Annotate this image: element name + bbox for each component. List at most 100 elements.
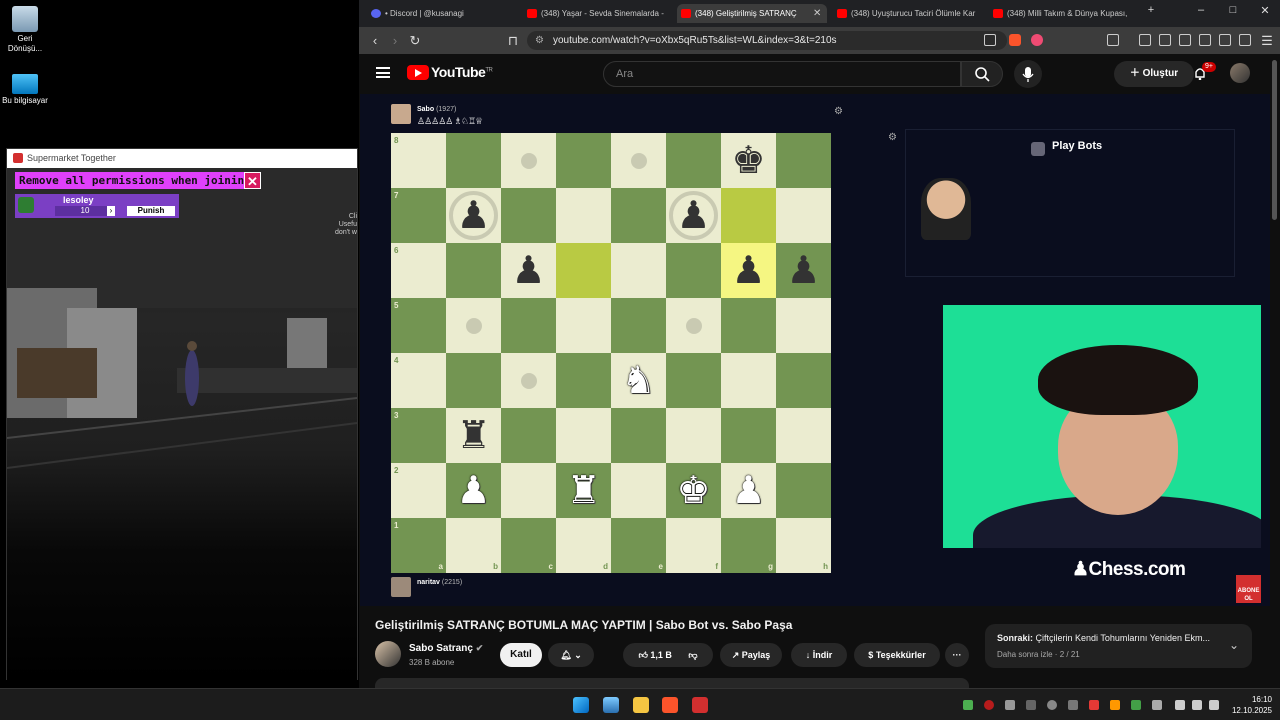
black-king-piece[interactable]: ♚ — [721, 133, 776, 188]
new-tab-button[interactable]: + — [1141, 4, 1161, 16]
settings-gear-icon[interactable]: ⚙ — [834, 106, 843, 117]
thanks-button[interactable]: $ Teşekkürler — [854, 643, 940, 667]
square-e1[interactable]: e — [611, 518, 666, 573]
tab-video-3[interactable]: (348) Uyuşturucu Taciri Ölümle Kar — [833, 4, 983, 23]
this-pc[interactable]: Bu bilgisayar — [0, 74, 50, 106]
site-info-icon[interactable]: ⚙ — [535, 31, 544, 50]
volume-icon[interactable] — [1192, 700, 1202, 710]
punish-button[interactable]: Punish — [127, 206, 175, 216]
search-input[interactable]: Ara — [603, 61, 961, 87]
hamburger-menu-icon[interactable] — [376, 67, 390, 78]
download-button[interactable]: ↓ İndir — [791, 643, 847, 667]
move-hint-dot[interactable] — [630, 152, 647, 169]
page-scrollbar[interactable] — [1272, 60, 1277, 220]
start-windows-icon[interactable] — [573, 697, 589, 713]
like-button[interactable]: 👍︎ 1,1 B — [638, 650, 671, 660]
brave-browser-icon[interactable] — [662, 697, 678, 713]
square-e2[interactable] — [611, 463, 666, 518]
square-h1[interactable]: h — [776, 518, 831, 573]
steam-icon[interactable] — [1047, 700, 1057, 710]
rewards-icon[interactable] — [1031, 34, 1043, 46]
cast-icon[interactable] — [984, 34, 996, 46]
description-box[interactable] — [375, 678, 969, 688]
game-window[interactable]: Supermarket Together Remove all permissi… — [6, 148, 358, 680]
white-pawn-piece[interactable]: ♟ — [446, 463, 501, 518]
square-a6[interactable]: 6 — [391, 243, 446, 298]
menu-icon[interactable]: ☰ — [1257, 31, 1277, 50]
download-icon[interactable] — [1139, 34, 1151, 46]
move-hint-dot[interactable] — [520, 372, 537, 389]
square-e6[interactable] — [611, 243, 666, 298]
move-hint-dot[interactable] — [465, 317, 482, 334]
battery-icon[interactable] — [1209, 700, 1219, 710]
move-hint-dot[interactable] — [685, 317, 702, 334]
tray-app-icon[interactable] — [1068, 700, 1078, 710]
black-pawn-piece[interactable]: ♟ — [446, 188, 501, 243]
join-button[interactable]: Katıl — [500, 643, 542, 667]
minimize-icon[interactable]: – — [1191, 4, 1211, 16]
video-player[interactable]: Sabo (1927) ♙♙♙♙♙ ♗♘♖♕ ⚙ ⚙ 87654321abcde… — [360, 94, 1270, 606]
square-e3[interactable] — [611, 408, 666, 463]
dislike-button[interactable]: 👎︎ — [688, 650, 697, 660]
tab-video-1[interactable]: (348) Yaşar - Sevda Sinemalarda - — [523, 4, 673, 23]
square-d3[interactable] — [556, 408, 611, 463]
square-d5[interactable] — [556, 298, 611, 353]
close-window-icon[interactable]: ✕ — [1255, 4, 1275, 17]
chevron-down-icon[interactable]: ⌄ — [1229, 638, 1239, 652]
square-h5[interactable] — [776, 298, 831, 353]
recycle-bin[interactable]: Geri Dönüşü... — [0, 6, 50, 54]
reload-icon[interactable]: ↻ — [405, 31, 425, 50]
chess-board[interactable]: 8 7 6 5 4 3 2 1 a b c d e f g h ♚ ♟ ♟ ♟ ♟ ♟ ♞ ♜ ♟ ♜ ♚ ♟ — [391, 133, 831, 573]
square-g7[interactable] — [721, 188, 776, 243]
tray-app-icon[interactable] — [1005, 700, 1015, 710]
remove-permissions-button[interactable]: Remove all permissions when joining — [15, 172, 255, 189]
tab-discord[interactable]: • Discord | @kusanagi — [367, 4, 517, 23]
square-b6[interactable] — [446, 243, 501, 298]
square-c5[interactable] — [501, 298, 556, 353]
microphone-tray-icon[interactable] — [1152, 700, 1162, 710]
square-h2[interactable] — [776, 463, 831, 518]
square-f3[interactable] — [666, 408, 721, 463]
square-c3[interactable] — [501, 408, 556, 463]
black-pawn-piece[interactable]: ♟ — [666, 188, 721, 243]
black-pawn-piece[interactable]: ♟ — [501, 243, 556, 298]
square-h7[interactable] — [776, 188, 831, 243]
create-button[interactable]: ＋ Oluştur — [1114, 61, 1194, 87]
square-f8[interactable] — [666, 133, 721, 188]
more-actions-button[interactable]: ··· — [945, 643, 969, 667]
square-b4[interactable] — [446, 353, 501, 408]
square-f6[interactable] — [666, 243, 721, 298]
increase-arrow-icon[interactable]: › — [107, 206, 115, 216]
square-h8[interactable] — [776, 133, 831, 188]
move-hint-dot[interactable] — [520, 152, 537, 169]
square-a1[interactable]: 1a — [391, 518, 446, 573]
back-icon[interactable]: ‹ — [365, 31, 385, 50]
url-field[interactable]: ⚙ youtube.com/watch?v=oXbx5qRu5Ts&list=W… — [527, 31, 1007, 50]
system-clock[interactable]: 16:10 12.10.2025 — [1232, 694, 1272, 716]
youtube-logo-icon[interactable] — [407, 65, 429, 80]
tray-app-icon[interactable] — [963, 700, 973, 710]
square-g5[interactable] — [721, 298, 776, 353]
square-c1[interactable]: c — [501, 518, 556, 573]
square-f1[interactable]: f — [666, 518, 721, 573]
channel-avatar[interactable] — [375, 641, 401, 667]
square-g3[interactable] — [721, 408, 776, 463]
youtube-logo-text[interactable]: YouTubeTR — [431, 64, 493, 80]
subscribe-badge[interactable]: ABONE OL — [1236, 575, 1261, 603]
square-d4[interactable] — [556, 353, 611, 408]
square-c2[interactable] — [501, 463, 556, 518]
square-b1[interactable]: b — [446, 518, 501, 573]
supermarket-game-icon[interactable] — [692, 697, 708, 713]
gear-icon[interactable]: ⚙ — [888, 132, 897, 143]
tab-search-icon[interactable] — [1107, 34, 1119, 46]
white-pawn-piece[interactable]: ♟ — [721, 463, 776, 518]
square-c7[interactable] — [501, 188, 556, 243]
media-icon[interactable] — [1159, 34, 1171, 46]
square-b8[interactable] — [446, 133, 501, 188]
black-rook-piece[interactable]: ♜ — [446, 408, 501, 463]
ai-icon[interactable] — [1219, 34, 1231, 46]
tab-video-active[interactable]: (348) Geliştirilmiş SATRANÇ ✕ — [677, 4, 827, 23]
square-a5[interactable]: 5 — [391, 298, 446, 353]
square-a7[interactable]: 7 — [391, 188, 446, 243]
game-scene[interactable]: Remove all permissions when joining ✕ le… — [7, 168, 357, 680]
